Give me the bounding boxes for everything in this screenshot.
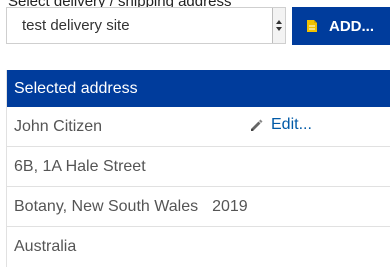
add-address-label: ADD... (329, 17, 374, 35)
pencil-icon (251, 119, 263, 131)
edit-address-label: Edit... (271, 116, 312, 133)
arrow-down-icon (276, 27, 282, 31)
selected-address-header: Selected address (7, 70, 390, 107)
selected-address-panel: Selected address John Citizen Edit... 6B… (6, 70, 390, 267)
delivery-address-select[interactable]: test delivery site (6, 7, 286, 44)
address-street-row: 6B, 1A Hale Street (7, 147, 390, 187)
address-suburb-state: Botany, New South Wales (14, 197, 199, 215)
arrow-up-icon (276, 20, 282, 24)
address-street: 6B, 1A Hale Street (14, 157, 146, 175)
address-name-row: John Citizen Edit... (7, 107, 390, 147)
select-arrows-icon (272, 8, 285, 43)
edit-address-link[interactable]: Edit... (248, 116, 312, 134)
note-add-icon (307, 20, 317, 32)
address-postcode: 2019 (212, 197, 248, 215)
address-suburb-row: Botany, New South Wales 2019 (7, 187, 390, 227)
selected-delivery-site: test delivery site (22, 17, 130, 34)
address-name: John Citizen (14, 117, 103, 135)
address-country: Australia (14, 238, 77, 255)
add-address-button[interactable]: ADD... (292, 7, 390, 45)
address-country-row: Australia (7, 227, 390, 267)
